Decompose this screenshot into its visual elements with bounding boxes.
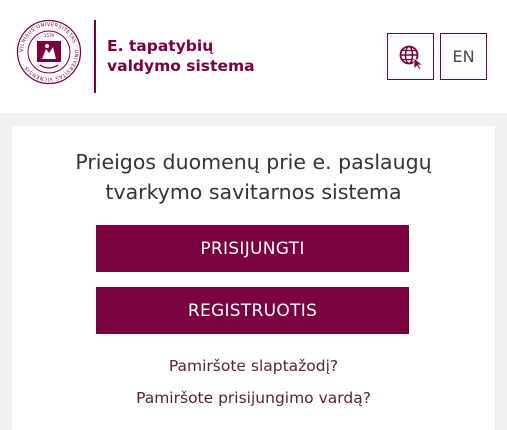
page-title: Prieigos duomenų prie e. paslaugų tvarky… xyxy=(12,147,495,207)
register-button[interactable]: REGISTRUOTIS xyxy=(96,287,409,334)
page-title-line2: tvarkymo savitarnos sistema xyxy=(105,180,402,204)
system-title-line2: valdymo sistema xyxy=(107,57,255,75)
svg-text:1579: 1579 xyxy=(44,33,55,38)
page-title-line1: Prieigos duomenų prie e. paslaugų xyxy=(75,150,432,174)
university-seal-icon: VILNIAUS UNIVERSITETAS · UNIVERSITAS VIL… xyxy=(16,19,82,85)
language-en-button[interactable]: EN xyxy=(440,33,487,80)
main-card: Prieigos duomenų prie e. paslaugų tvarky… xyxy=(12,126,495,430)
forgot-username-link[interactable]: Pamiršote prisijungimo vardą? xyxy=(12,389,495,407)
forgot-password-link[interactable]: Pamiršote slaptažodį? xyxy=(12,357,495,375)
logo-divider xyxy=(94,20,96,93)
site-header: VILNIAUS UNIVERSITETAS · UNIVERSITAS VIL… xyxy=(0,0,507,113)
language-selector-button[interactable] xyxy=(387,33,434,80)
login-button[interactable]: PRISIJUNGTI xyxy=(96,225,409,272)
globe-icon xyxy=(399,45,424,70)
system-title[interactable]: E. tapatybių valdymo sistema xyxy=(107,36,255,76)
system-title-line1: E. tapatybių xyxy=(107,37,214,55)
university-seal-logo[interactable]: VILNIAUS UNIVERSITETAS · UNIVERSITAS VIL… xyxy=(16,19,82,85)
